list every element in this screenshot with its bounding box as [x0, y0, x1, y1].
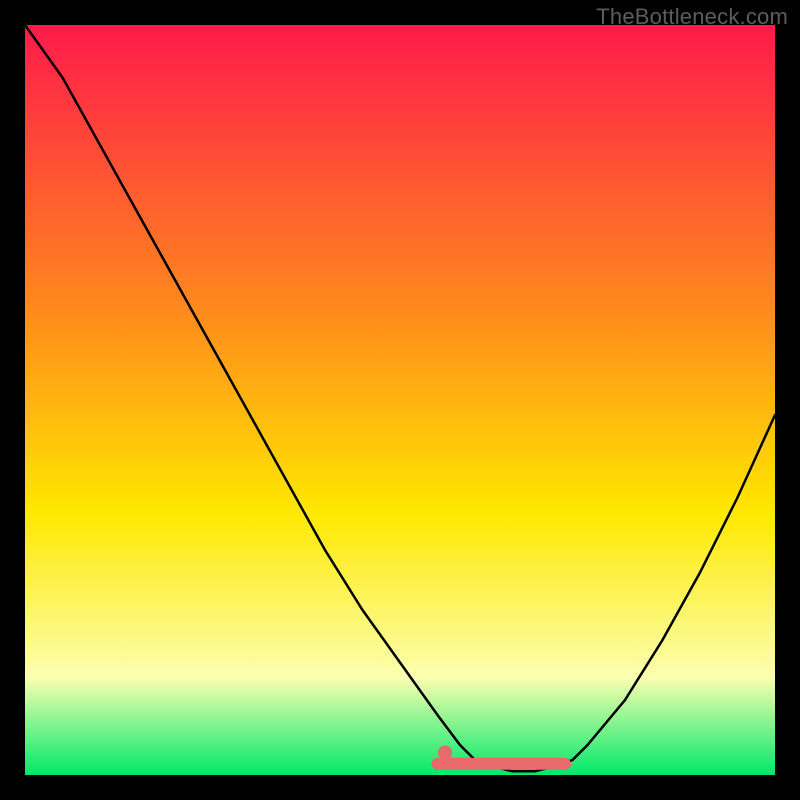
plot-area — [25, 25, 775, 775]
chart-frame: TheBottleneck.com — [0, 0, 800, 800]
optimal-marker-dot — [438, 746, 452, 760]
chart-svg — [25, 25, 775, 775]
watermark-text: TheBottleneck.com — [596, 4, 788, 30]
